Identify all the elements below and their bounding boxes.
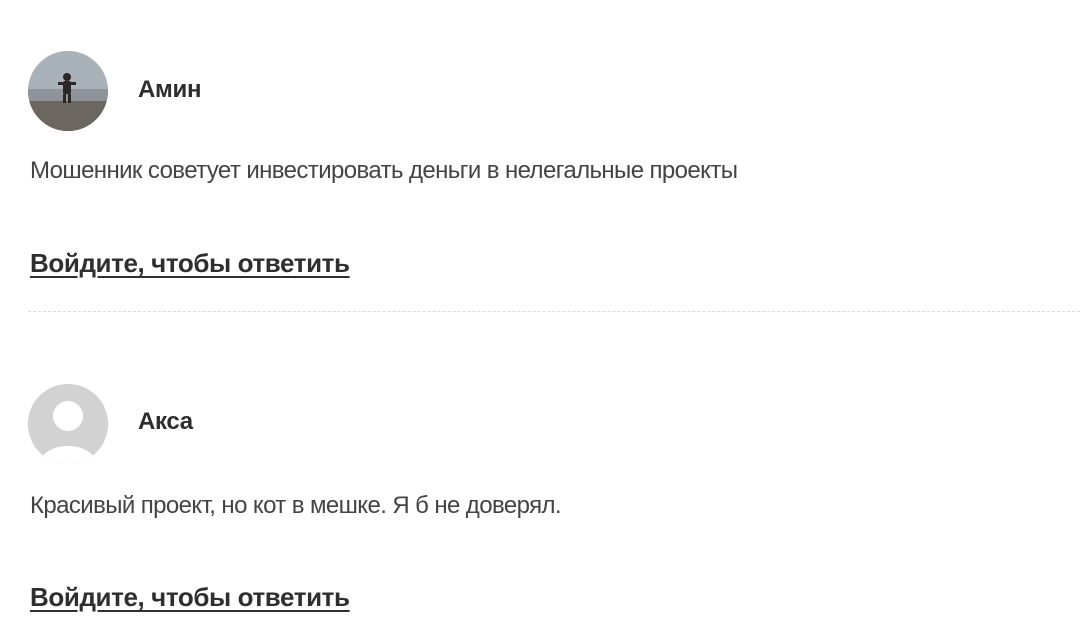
default-user-avatar-icon xyxy=(28,384,108,464)
comment-text: Мошенник советует инвестировать деньги в… xyxy=(30,157,738,184)
comment-text: Красивый проект, но кот в мешке. Я б не … xyxy=(30,492,562,519)
comment-divider xyxy=(28,311,1080,312)
login-to-reply-link[interactable]: Войдите, чтобы ответить xyxy=(30,248,350,279)
person-on-beach-photo-icon xyxy=(28,51,108,131)
comment-author: Амин xyxy=(138,76,202,103)
user-photo-avatar xyxy=(28,51,108,131)
login-to-reply-link[interactable]: Войдите, чтобы ответить xyxy=(30,582,350,613)
user-silhouette-icon xyxy=(28,384,108,464)
comment-author: Акса xyxy=(138,408,193,435)
